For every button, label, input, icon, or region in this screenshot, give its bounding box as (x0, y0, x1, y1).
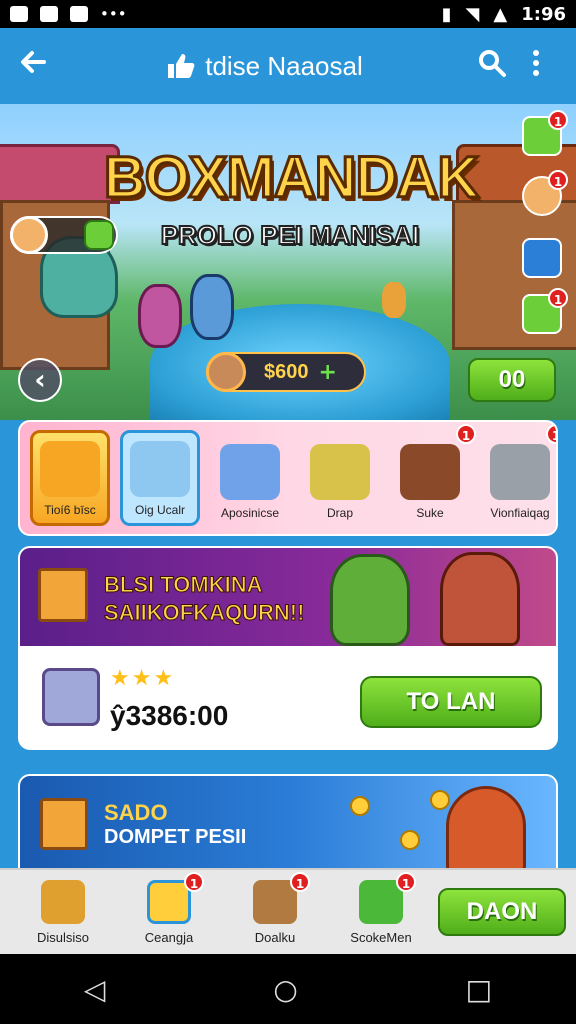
hero-prev-button[interactable]: ‹ (18, 358, 62, 402)
character-label: Vionfiaiqag (490, 506, 550, 520)
game-logo: BOXMANDAK (102, 144, 480, 212)
price-avatar (206, 352, 246, 392)
side-badge: 1 (548, 170, 568, 190)
battery-icon: ▮ (441, 3, 452, 25)
gift-box-icon (40, 798, 88, 850)
side-puzzle-icon[interactable] (522, 238, 562, 278)
tab-item[interactable]: Disulsiso (10, 879, 116, 945)
side-avatar-icon[interactable]: 1 (522, 170, 568, 216)
status-bar: ••• ▮ ◥ ▲ 1:96 (0, 0, 576, 28)
promo-amount: ŷ3386:00 (110, 700, 229, 731)
character-badge: 1 (546, 424, 556, 444)
coin-icon (350, 796, 370, 816)
tab-label: Doalku (254, 929, 296, 945)
more-vert-icon[interactable] (514, 48, 558, 85)
tab-badge: 1 (396, 871, 416, 892)
side-chest-icon[interactable]: 1 (522, 110, 568, 156)
gift-box-icon (38, 568, 88, 622)
character-badge: 1 (456, 424, 476, 444)
player-badge[interactable] (10, 216, 118, 254)
app-title: tdise Naaosal (205, 50, 363, 81)
character-portrait-icon (40, 441, 100, 497)
side-badge: 1 (548, 110, 568, 130)
search-icon[interactable] (470, 48, 514, 85)
character-label: Drap (326, 506, 353, 520)
tab-item[interactable]: Ceangja 1 (116, 871, 222, 945)
price-value: $600 (264, 360, 309, 383)
pink-monster-character (138, 284, 182, 348)
promo-card[interactable]: BLSI TOMKINA SAIIKOFKAQURN!! ★★★ ŷ3386:0… (18, 546, 558, 750)
nav-back-icon[interactable]: ◁ (84, 973, 106, 1006)
character-card[interactable]: Suke 1 (390, 424, 476, 526)
plus-icon: + (318, 359, 337, 385)
character-card[interactable]: Oig Ucalr (120, 430, 200, 526)
daon-button[interactable]: DAON (438, 888, 566, 936)
status-time: 1:96 (521, 3, 566, 25)
price-pill[interactable]: $600 + (206, 352, 366, 392)
notification-icon (10, 6, 28, 22)
character-card[interactable]: Aposinicse (210, 430, 290, 526)
back-arrow-icon[interactable] (18, 46, 58, 86)
app-notification-icon (70, 6, 88, 22)
tab-icon (41, 879, 85, 924)
nav-recent-icon[interactable]: □ (466, 973, 492, 1006)
hero-action-button[interactable]: 00 (468, 358, 556, 402)
tab-label: Disulsiso (36, 929, 89, 945)
goblin-character (330, 554, 410, 646)
tab-item[interactable]: ScokeMen 1 (328, 871, 434, 945)
rating-stars: ★★★ (110, 666, 176, 691)
character-label: Suke (416, 506, 444, 520)
promo-headline-1: BLSI TOMKINA (103, 572, 263, 598)
tab-label: Ceangja (144, 929, 194, 945)
title-wrap: tdise Naaosal (58, 51, 470, 82)
small-critter (382, 282, 406, 318)
warrior-character (446, 786, 526, 876)
buy-button[interactable]: TO LAN (360, 676, 542, 728)
character-portrait-icon (490, 444, 550, 500)
player-avatar (10, 216, 48, 254)
side-monster-icon[interactable]: 1 (522, 288, 568, 334)
side-badge: 1 (548, 288, 568, 308)
promo2-title: SADO (104, 800, 168, 825)
character-card[interactable]: Vionfiaiqag 1 (480, 424, 556, 526)
coin-icon (400, 830, 420, 850)
tab-label: ScokeMen (350, 929, 412, 945)
tab-badge: 1 (184, 871, 204, 892)
app-bar: tdise Naaosal (0, 28, 576, 104)
thumbs-up-icon (168, 54, 195, 78)
character-portrait-icon (310, 444, 370, 500)
hero-banner[interactable]: BOXMANDAK PROLO PEI MANISAI 1 1 1 ‹ $600… (0, 104, 576, 420)
wifi-icon: ◥ (465, 3, 480, 25)
system-nav-bar: ◁ ○ □ (0, 954, 576, 1024)
bottom-tab-bar: Disulsiso Ceangja 1 Doalku 1 ScokeMen 1 DAON (0, 868, 576, 954)
blue-creature-character (190, 274, 234, 340)
nav-home-icon[interactable]: ○ (273, 973, 297, 1006)
character-label: Oig Ucalr (134, 503, 185, 517)
character-label: Aposinicse (220, 506, 280, 520)
character-strip: Tioí6 bīsc Oig Ucalr Aposinicse Drap Suke 1 Vi… (18, 420, 558, 536)
tab-badge: 1 (290, 871, 310, 892)
promo-headline-2: SAIIKOFKAQURN!! (103, 600, 305, 626)
hero-subtitle: PROLO PEI MANISAI (160, 219, 421, 251)
signal-icon: ▲ (493, 3, 508, 25)
character-card[interactable]: Tioí6 bīsc (30, 430, 110, 526)
gem-icon (84, 220, 114, 250)
more-notifications-icon: ••• (100, 5, 127, 23)
promo-lower: ★★★ ŷ3386:00 TO LAN (20, 646, 556, 748)
item-icon (42, 668, 100, 726)
image-icon (40, 6, 58, 22)
promo-banner: BLSI TOMKINA SAIIKOFKAQURN!! (20, 548, 556, 646)
promo2-subtitle: DOMPET PESII (104, 826, 247, 848)
tab-item[interactable]: Doalku 1 (222, 871, 328, 945)
character-portrait-icon (400, 444, 460, 500)
character-card[interactable]: Drap (300, 430, 380, 526)
character-label: Tioí6 bīsc (44, 503, 96, 517)
cowboy-character (440, 552, 520, 646)
character-portrait-icon (130, 441, 190, 497)
coin-icon (430, 790, 450, 810)
character-portrait-icon (220, 444, 280, 500)
